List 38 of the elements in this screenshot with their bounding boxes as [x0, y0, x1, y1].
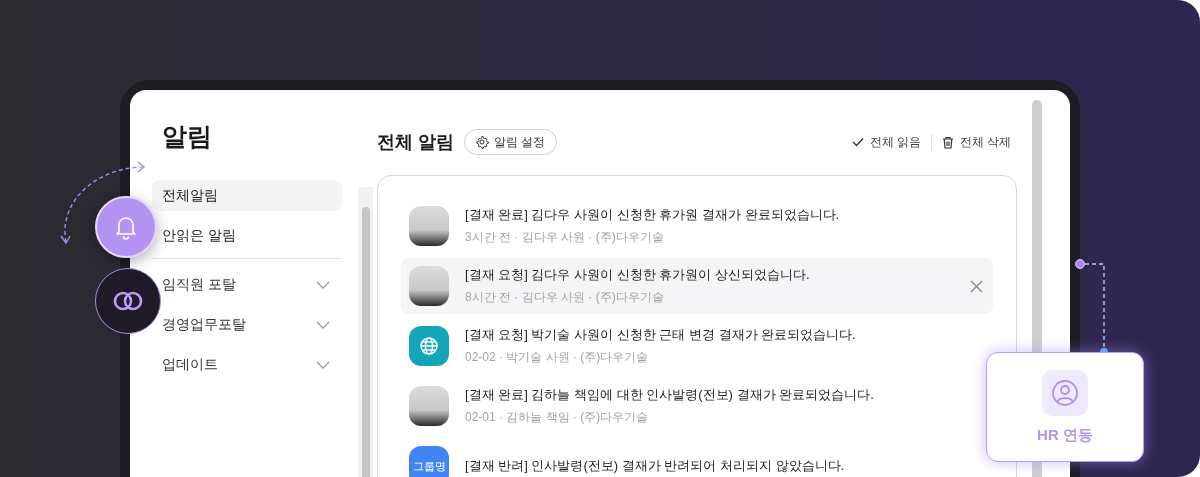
page-title: 알림 [162, 121, 213, 152]
menu-item[interactable]: 경영업무포탈 [162, 309, 342, 340]
user-icon [1042, 369, 1088, 416]
notification-meta: 02-01 · 김하늘 책임 · (주)다우기술 [465, 409, 650, 426]
avatar-photo-placeholder [409, 206, 449, 246]
notification-title: [결재 요청] 박기술 사원이 신청한 근태 변경 결재가 완료되었습니다. [465, 326, 857, 344]
notification-title: [결재 반려] 인사발령(전보) 결재가 반려되어 처리되지 않았습니다. [465, 457, 846, 475]
notification-meta: 02-02 · 박기술 사원 · (주)다우기술 [465, 349, 650, 366]
group-badge: 그룹명 [409, 446, 449, 477]
chevron-icon [316, 280, 330, 289]
avatar-photo-placeholder [409, 266, 449, 306]
check-icon [851, 137, 864, 147]
link-icon [112, 290, 144, 312]
scrollbar-thumb[interactable] [361, 207, 370, 477]
section-title: 전체 알림 [377, 131, 454, 154]
delete-all-button[interactable]: 전체 삭제 [931, 134, 1011, 150]
menu-item[interactable]: 안읽은 알림 [162, 220, 342, 251]
notification-title: [결재 요청] 김다우 사원이 신청한 휴가원이 상신되었습니다. [465, 266, 811, 284]
menu-item[interactable]: 업데이트 [162, 349, 342, 380]
bell-icon [114, 214, 138, 240]
chevron-icon [316, 320, 330, 329]
avatar-photo-placeholder [409, 386, 449, 426]
menu-item[interactable]: 전체알림 [152, 180, 342, 211]
settings-icon [475, 135, 489, 149]
menu-item[interactable]: 임직원 포탈 [162, 269, 342, 300]
settings-button[interactable]: 알림 설정 [464, 129, 558, 155]
hr-link-label: HR 연동 [1037, 425, 1093, 445]
trash-icon [941, 135, 954, 149]
chevron-icon [316, 360, 330, 369]
notification-title: [결재 완료] 김하늘 책임에 대한 인사발령(전보) 결재가 완료되었습니다. [465, 386, 875, 404]
notification-meta: 3시간 전 · 김다우 사원 · (주)다우기술 [465, 229, 665, 246]
notification-row[interactable]: [결재 요청] 김다우 사원이 신청한 휴가원이 상신되었습니다. 8시간 전 · 김다우 사원 · (주)다우기술 [401, 258, 993, 314]
close-button[interactable] [970, 279, 983, 293]
notification-meta: 8시간 전 · 김다우 사원 · (주)다우기술 [465, 289, 665, 306]
globe-icon [409, 326, 449, 366]
notification-title: [결재 완료] 김다우 사원이 신청한 휴가원 결재가 완료되었습니다. [465, 206, 841, 224]
read-all-button[interactable]: 전체 읽음 [841, 134, 921, 150]
bell-button[interactable] [95, 196, 157, 258]
